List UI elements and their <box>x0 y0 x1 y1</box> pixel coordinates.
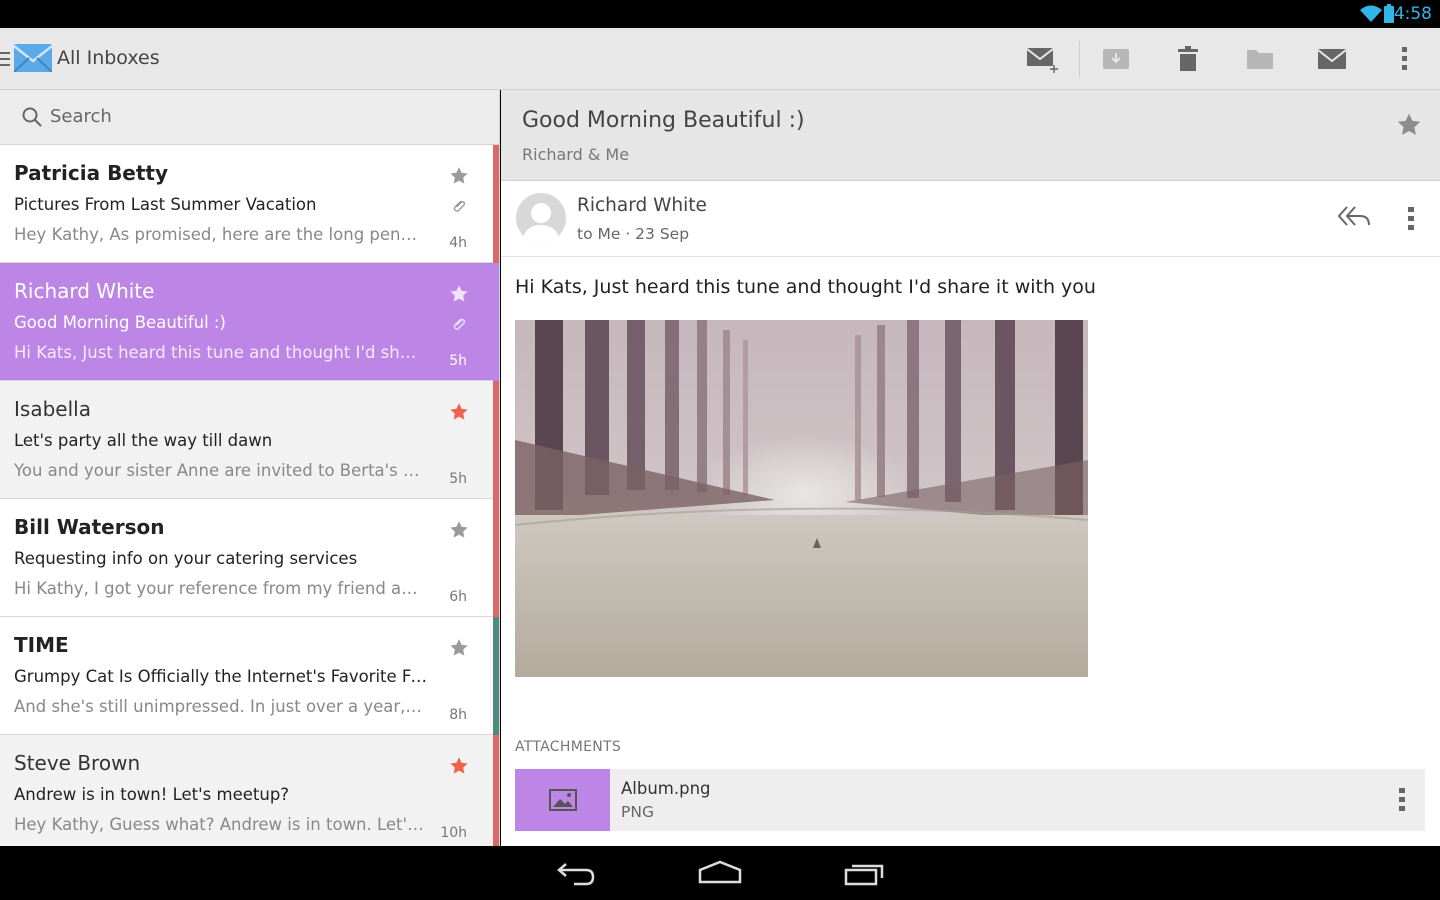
mail-subject: Andrew is in town! Let's meetup? <box>14 785 290 804</box>
account-color-bar <box>493 263 499 381</box>
account-color-bar <box>493 381 499 499</box>
mail-subject: Requesting info on your catering service… <box>14 549 358 568</box>
message-overflow-icon[interactable] <box>1408 207 1414 231</box>
compose-button[interactable] <box>1007 28 1079 90</box>
search-input[interactable]: Search <box>50 106 112 127</box>
mail-sender: TIME <box>14 633 69 657</box>
star-icon[interactable] <box>449 756 469 776</box>
reply-all-icon[interactable] <box>1338 205 1370 227</box>
attachment-item[interactable]: Album.png PNG <box>515 769 1425 831</box>
star-icon[interactable] <box>1396 112 1422 138</box>
mail-time: 8h <box>449 707 467 723</box>
mail-subject: Pictures From Last Summer Vacation <box>14 195 317 214</box>
toolbar-actions <box>1007 28 1440 90</box>
mail-preview: Hey Kathy, As promised, here are the lon… <box>14 225 426 244</box>
mail-list-pane: Search Patricia Betty Pictures From Last … <box>0 90 500 853</box>
mail-list: Patricia Betty Pictures From Last Summer … <box>0 145 499 853</box>
account-color-bar <box>493 499 499 617</box>
clock: 4:58 <box>1393 4 1432 24</box>
mail-sender: Steve Brown <box>14 751 141 775</box>
conversation-pane: Good Morning Beautiful :) Richard & Me R… <box>501 90 1440 846</box>
mail-subject: Good Morning Beautiful :) <box>14 313 226 332</box>
home-icon[interactable] <box>698 860 742 886</box>
battery-icon <box>1384 4 1394 23</box>
star-icon[interactable] <box>449 166 469 186</box>
mail-sender: Richard White <box>14 279 155 303</box>
attachment-thumbnail <box>515 769 610 831</box>
mail-subject: Grumpy Cat Is Officially the Internet's … <box>14 667 429 686</box>
attachment-name: Album.png <box>621 779 711 798</box>
avatar <box>516 193 566 243</box>
mail-preview: Hi Kathy, I got your reference from my f… <box>14 579 426 598</box>
thread-participants: Richard & Me <box>522 145 630 164</box>
compose-icon <box>1026 48 1058 73</box>
page-title[interactable]: All Inboxes <box>57 47 160 69</box>
search-icon <box>22 107 42 127</box>
attachments-heading: ATTACHMENTS <box>515 739 622 755</box>
mail-time: 6h <box>449 589 467 605</box>
mail-list-item[interactable]: Patricia Betty Pictures From Last Summer … <box>0 145 499 263</box>
app-logo-icon[interactable] <box>14 44 52 72</box>
person-icon <box>522 203 560 243</box>
message-sender: Richard White <box>577 195 707 216</box>
wifi-icon <box>1360 5 1382 22</box>
mail-subject: Let's party all the way till dawn <box>14 431 273 450</box>
archive-icon <box>1103 49 1129 69</box>
thread-subject: Good Morning Beautiful :) <box>522 108 805 133</box>
status-bar: 4:58 <box>0 0 1440 28</box>
mail-time: 5h <box>449 471 467 487</box>
mail-list-item[interactable]: Richard White Good Morning Beautiful :) Hi… <box>0 263 499 381</box>
mail-time: 5h <box>449 353 467 369</box>
mail-icon <box>1318 49 1346 69</box>
inline-image[interactable] <box>515 320 1088 677</box>
attachment-icon <box>453 200 466 212</box>
message-meta: to Me · 23 Sep <box>577 225 690 243</box>
back-icon[interactable] <box>556 860 596 886</box>
mail-preview: And she's still unimpressed. In just ove… <box>14 697 426 716</box>
move-to-folder-button[interactable] <box>1224 28 1296 90</box>
mail-sender: Bill Waterson <box>14 515 165 539</box>
image-icon <box>548 789 577 811</box>
recents-icon[interactable] <box>844 860 886 886</box>
star-icon[interactable] <box>449 520 469 540</box>
mail-time: 10h <box>440 825 467 841</box>
attachment-type: PNG <box>621 803 654 821</box>
star-icon[interactable] <box>449 402 469 422</box>
account-color-bar <box>493 735 499 853</box>
search-bar[interactable]: Search <box>0 90 499 145</box>
attachment-overflow-icon[interactable] <box>1399 788 1405 812</box>
message-body: Hi Kats, Just heard this tune and though… <box>515 276 1096 298</box>
overflow-icon <box>1402 47 1407 70</box>
drawer-menu-icon[interactable] <box>0 52 10 66</box>
app-bar: All Inboxes <box>0 28 1440 90</box>
overflow-menu-button[interactable] <box>1368 28 1440 90</box>
message-header[interactable]: Richard White to Me · 23 Sep <box>501 181 1440 257</box>
mail-list-item[interactable]: TIME Grumpy Cat Is Officially the Interne… <box>0 617 499 735</box>
archive-button[interactable] <box>1080 28 1152 90</box>
star-icon[interactable] <box>449 284 469 304</box>
mail-list-item[interactable]: Bill Waterson Requesting info on your cat… <box>0 499 499 617</box>
mail-list-item[interactable]: Steve Brown Andrew is in town! Let's meet… <box>0 735 499 853</box>
delete-button[interactable] <box>1152 28 1224 90</box>
mail-preview: Hey Kathy, Guess what? Andrew is in town… <box>14 815 426 834</box>
mail-sender: Patricia Betty <box>14 161 169 185</box>
thread-header: Good Morning Beautiful :) Richard & Me <box>501 90 1440 181</box>
star-icon[interactable] <box>449 638 469 658</box>
mail-sender: Isabella <box>14 397 91 421</box>
account-color-bar <box>493 617 499 735</box>
folder-icon <box>1247 50 1273 69</box>
mail-preview: You and your sister Anne are invited to … <box>14 461 426 480</box>
mark-unread-button[interactable] <box>1296 28 1368 90</box>
account-color-bar <box>493 145 499 263</box>
mail-time: 4h <box>449 235 467 251</box>
trash-icon <box>1178 46 1198 71</box>
system-nav-bar <box>0 846 1440 900</box>
mail-list-item[interactable]: Isabella Let's party all the way till daw… <box>0 381 499 499</box>
attachment-icon <box>453 318 466 330</box>
mail-preview: Hi Kats, Just heard this tune and though… <box>14 343 426 362</box>
